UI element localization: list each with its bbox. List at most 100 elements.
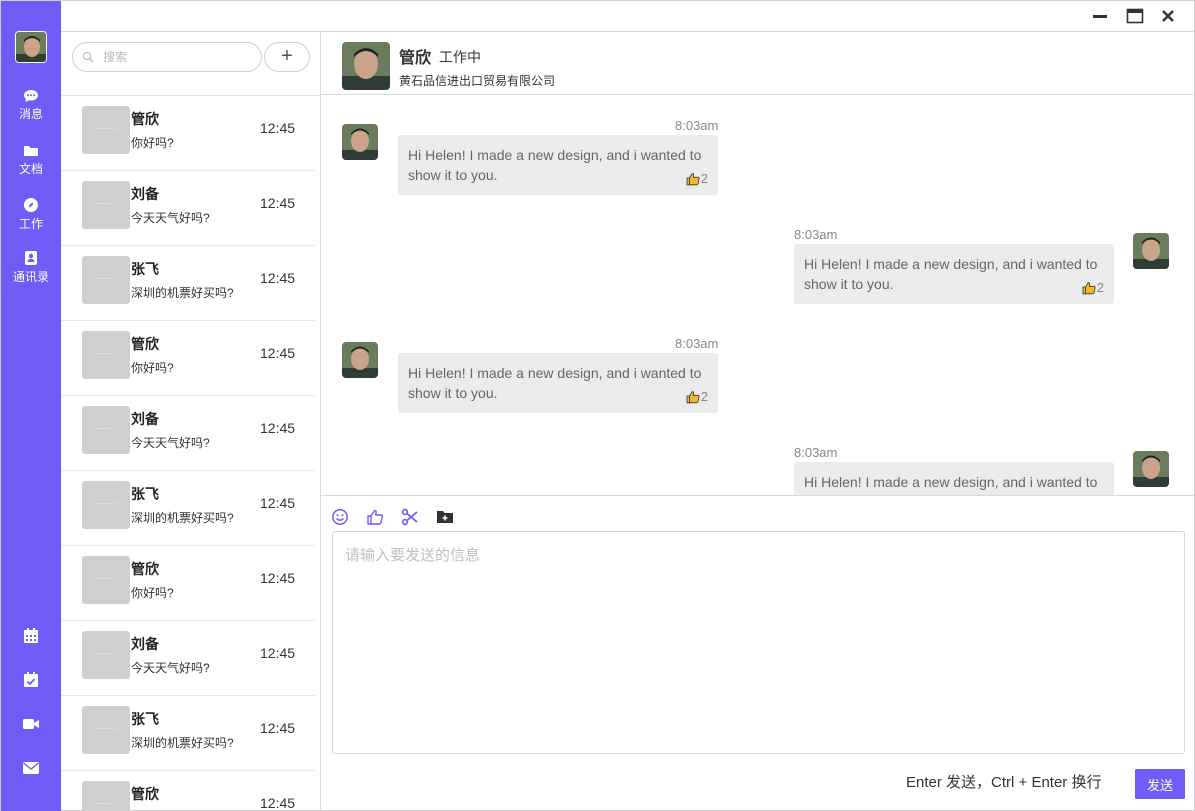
contact-item-name: 刘备	[131, 636, 159, 652]
thumbs-up-icon	[686, 173, 700, 186]
contact-item-name: 张飞	[131, 261, 159, 277]
message-bubble[interactable]: Hi Helen! I made a new design, and i wan…	[794, 462, 1114, 495]
contact-item-time: 12:45	[260, 345, 296, 361]
thumbs-up-icon	[686, 391, 700, 404]
contact-avatar[interactable]	[342, 42, 390, 90]
contact-thumbnail	[82, 331, 130, 379]
message-bubble[interactable]: Hi Helen! I made a new design, and i wan…	[398, 353, 718, 413]
contact-item[interactable]: 管欣 你好吗? 12:45	[61, 96, 315, 171]
send-button[interactable]: 发送	[1135, 769, 1185, 799]
contact-thumbnail	[82, 181, 130, 229]
contact-item-name: 张飞	[131, 711, 159, 727]
contact-item-time: 12:45	[260, 270, 296, 286]
message-bubble[interactable]: Hi Helen! I made a new design, and i wan…	[794, 244, 1114, 304]
nav-item-messages[interactable]: 消息	[1, 89, 61, 122]
contact-status: 工作中	[439, 49, 481, 65]
thumbs-up-icon[interactable]	[366, 508, 384, 526]
contact-thumbnail	[82, 781, 130, 811]
sender-avatar[interactable]	[342, 124, 378, 160]
like-number: 2	[1096, 280, 1104, 295]
message-text: Hi Helen! I made a new design, and i wan…	[804, 474, 1098, 495]
compass-icon	[24, 198, 38, 212]
contact-item-preview: 你好吗?	[131, 136, 174, 150]
contact-item-name: 管欣	[131, 786, 159, 802]
contact-thumbnail	[82, 706, 130, 754]
title-bar	[61, 1, 1194, 32]
contact-item-preview: 深圳的机票好买吗?	[131, 511, 234, 525]
nav-label: 通讯录	[12, 270, 49, 284]
close-icon[interactable]	[1159, 7, 1177, 25]
folder-plus-icon[interactable]	[436, 508, 454, 526]
message-text: Hi Helen! I made a new design, and i wan…	[408, 147, 702, 183]
contact-item-time: 12:45	[260, 570, 296, 586]
contact-item[interactable]: 管欣 12:45	[61, 771, 315, 811]
contact-item-preview: 深圳的机票好买吗?	[131, 286, 234, 300]
contact-item[interactable]: 管欣你好吗? 12:45	[61, 321, 315, 396]
contact-name: 管欣	[399, 50, 432, 67]
search-bar: +	[61, 32, 320, 96]
thumbs-up-icon	[1082, 282, 1096, 295]
contact-item[interactable]: 管欣你好吗? 12:45	[61, 546, 315, 621]
contact-thumbnail	[82, 631, 130, 679]
message-time: 8:03am	[794, 227, 838, 242]
my-message-avatar[interactable]	[1133, 451, 1169, 487]
contact-thumbnail	[82, 256, 130, 304]
message-bubble[interactable]: Hi Helen! I made a new design, and i wan…	[398, 135, 718, 195]
contact-item[interactable]: 刘备 今天天气好吗? 12:45	[61, 621, 315, 696]
my-avatar[interactable]	[15, 31, 47, 63]
calendar-check-icon[interactable]	[21, 670, 41, 690]
contact-item-time: 12:45	[260, 645, 296, 661]
sender-avatar[interactable]	[342, 342, 378, 378]
nav-label: 消息	[18, 107, 43, 121]
contact-item-name: 张飞	[131, 486, 159, 502]
message-time: 8:03am	[794, 445, 838, 460]
contact-item[interactable]: 张飞深圳的机票好买吗? 12:45	[61, 696, 315, 771]
contact-thumbnail	[82, 106, 130, 154]
contact-item[interactable]: 张飞 深圳的机票好买吗? 12:45	[61, 471, 315, 546]
search-icon	[82, 51, 94, 63]
like-count[interactable]: 2	[1082, 278, 1104, 298]
scissors-icon[interactable]	[401, 508, 419, 526]
message-time: 8:03am	[675, 118, 719, 133]
contact-item[interactable]: 刘备 今天天气好吗? 12:45	[61, 396, 315, 471]
contact-item-time: 12:45	[260, 195, 296, 211]
folder-icon	[24, 146, 38, 156]
like-number: 2	[700, 389, 708, 404]
calendar-icon[interactable]	[21, 626, 41, 646]
contact-item-preview: 今天天气好吗?	[131, 211, 210, 225]
video-icon[interactable]	[21, 714, 41, 734]
like-count[interactable]: 2	[686, 169, 708, 189]
contact-item-name: 刘备	[131, 186, 159, 202]
nav-label: 工作	[18, 217, 43, 231]
contact-item[interactable]: 张飞深圳的机票好买吗? 12:45	[61, 246, 315, 321]
contact-thumbnail	[82, 406, 130, 454]
contact-item-preview: 你好吗?	[131, 586, 174, 600]
search-box	[72, 42, 262, 72]
contact-item[interactable]: 刘备今天天气好吗? 12:45	[61, 171, 315, 246]
contact-company: 黄石品信进出口贸易有限公司	[399, 74, 556, 88]
contact-item-time: 12:45	[260, 720, 296, 736]
like-count[interactable]: 2	[686, 387, 708, 407]
smile-icon[interactable]	[331, 508, 349, 526]
nav-item-work[interactable]: 工作	[1, 197, 61, 232]
minimize-icon[interactable]	[1091, 7, 1109, 25]
contact-item-name: 管欣	[131, 561, 159, 577]
nav-item-documents[interactable]: 文档	[1, 144, 61, 177]
chat-bubble-icon	[24, 90, 38, 102]
message-area[interactable]: 8:03am Hi Helen! I made a new design, and…	[321, 96, 1194, 495]
maximize-icon[interactable]	[1126, 7, 1144, 25]
like-number: 2	[700, 171, 708, 186]
message-input[interactable]	[332, 531, 1185, 754]
chat-app-window: 消息 文档 工作 通讯录 + 管欣你	[0, 0, 1195, 811]
send-hint: Enter 发送，Ctrl + Enter 换行	[906, 774, 1102, 791]
contact-item-preview: 深圳的机票好买吗?	[131, 736, 234, 750]
contact-item-time: 12:45	[260, 795, 296, 811]
add-conversation-button[interactable]: +	[264, 42, 310, 72]
contact-item-preview: 你好吗?	[131, 361, 174, 375]
nav-item-contacts[interactable]: 通讯录	[1, 250, 61, 285]
my-message-avatar[interactable]	[1133, 233, 1169, 269]
mail-icon[interactable]	[21, 758, 41, 778]
message-text: Hi Helen! I made a new design, and i wan…	[408, 365, 702, 401]
contact-item-name: 管欣	[131, 336, 159, 352]
search-input[interactable]	[103, 48, 253, 66]
